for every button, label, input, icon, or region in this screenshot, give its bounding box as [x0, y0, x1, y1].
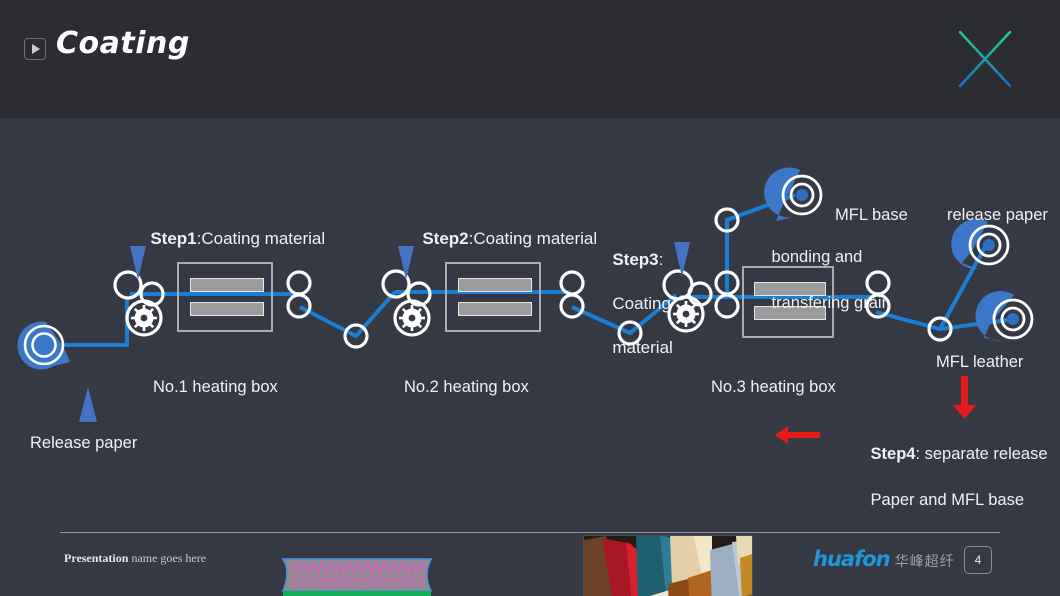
label-bonding-line1: bonding and: [771, 248, 863, 266]
presentation-name-rest: name goes here: [128, 551, 207, 565]
label-step1: Step1:Coating material: [122, 207, 325, 270]
play-icon[interactable]: [24, 38, 46, 60]
heating-box-1: [177, 262, 273, 332]
x-mark-icon[interactable]: [952, 26, 1018, 92]
heating-box-2: [445, 262, 541, 332]
page-title: Coating: [56, 26, 190, 61]
slide-header: Coating: [0, 0, 1060, 118]
label-bonding: bonding and transfering grain: [744, 223, 891, 338]
label-step4-line2: Paper and MFL base: [870, 491, 1024, 509]
label-step2-bold: Step2: [422, 229, 469, 248]
label-step1-bold: Step1: [150, 229, 197, 248]
roll-icon-release-paper: [951, 219, 1010, 270]
label-step3-bold: Step3: [612, 250, 659, 269]
play-triangle: [32, 44, 40, 54]
roll-icon-source: [17, 321, 70, 370]
label-step2: Step2:Coating material: [394, 207, 597, 270]
label-heating-box-1: No.1 heating box: [153, 378, 278, 396]
label-release-paper-right: release paper: [947, 206, 1048, 224]
heating-bar: [458, 278, 532, 292]
company-logo: huafon 华峰超纤: [813, 547, 955, 571]
label-step3-line3: material: [612, 338, 673, 357]
label-heating-box-3: No.3 heating box: [711, 378, 836, 396]
cross-section-illustration: [281, 558, 433, 596]
label-step4-bold: Step4: [870, 445, 916, 463]
label-step3: Step3: Coating material: [584, 227, 673, 381]
label-heating-box-2: No.2 heating box: [404, 378, 529, 396]
process-diagram: Step1:Coating material Step2:Coating mat…: [0, 117, 1060, 596]
logo-brand-text: huafon: [813, 547, 891, 571]
label-mfl-base: MFL base: [835, 206, 908, 224]
heating-bar: [190, 278, 264, 292]
heating-bar: [458, 302, 532, 316]
heating-bar: [190, 302, 264, 316]
logo-chinese-text: 华峰超纤: [894, 554, 955, 570]
footer-divider: [60, 532, 1000, 533]
label-bonding-line2: transfering grain: [771, 294, 891, 312]
label-step1-rest: :Coating material: [196, 229, 326, 248]
page-number: 4: [964, 546, 992, 574]
leather-samples-photo: [583, 535, 753, 596]
presentation-name-bold: Presentation: [64, 551, 129, 565]
roll-icon-mfl-leather: [975, 291, 1034, 342]
label-release-paper-bottom: Release paper: [30, 434, 138, 452]
label-step4-rest: : separate release: [915, 445, 1048, 463]
label-step2-rest: :Coating material: [468, 229, 598, 248]
presentation-name: Presentation name goes here: [64, 551, 206, 566]
slide-canvas: Coating Step1:Coating material Step2:Coa…: [0, 0, 1060, 596]
label-step3-rest: :: [658, 250, 664, 269]
label-mfl-leather: MFL leather: [936, 353, 1024, 371]
label-step4: Step4: separate release Paper and MFL ba…: [843, 420, 1048, 535]
label-step3-line2: Coating: [612, 294, 671, 313]
